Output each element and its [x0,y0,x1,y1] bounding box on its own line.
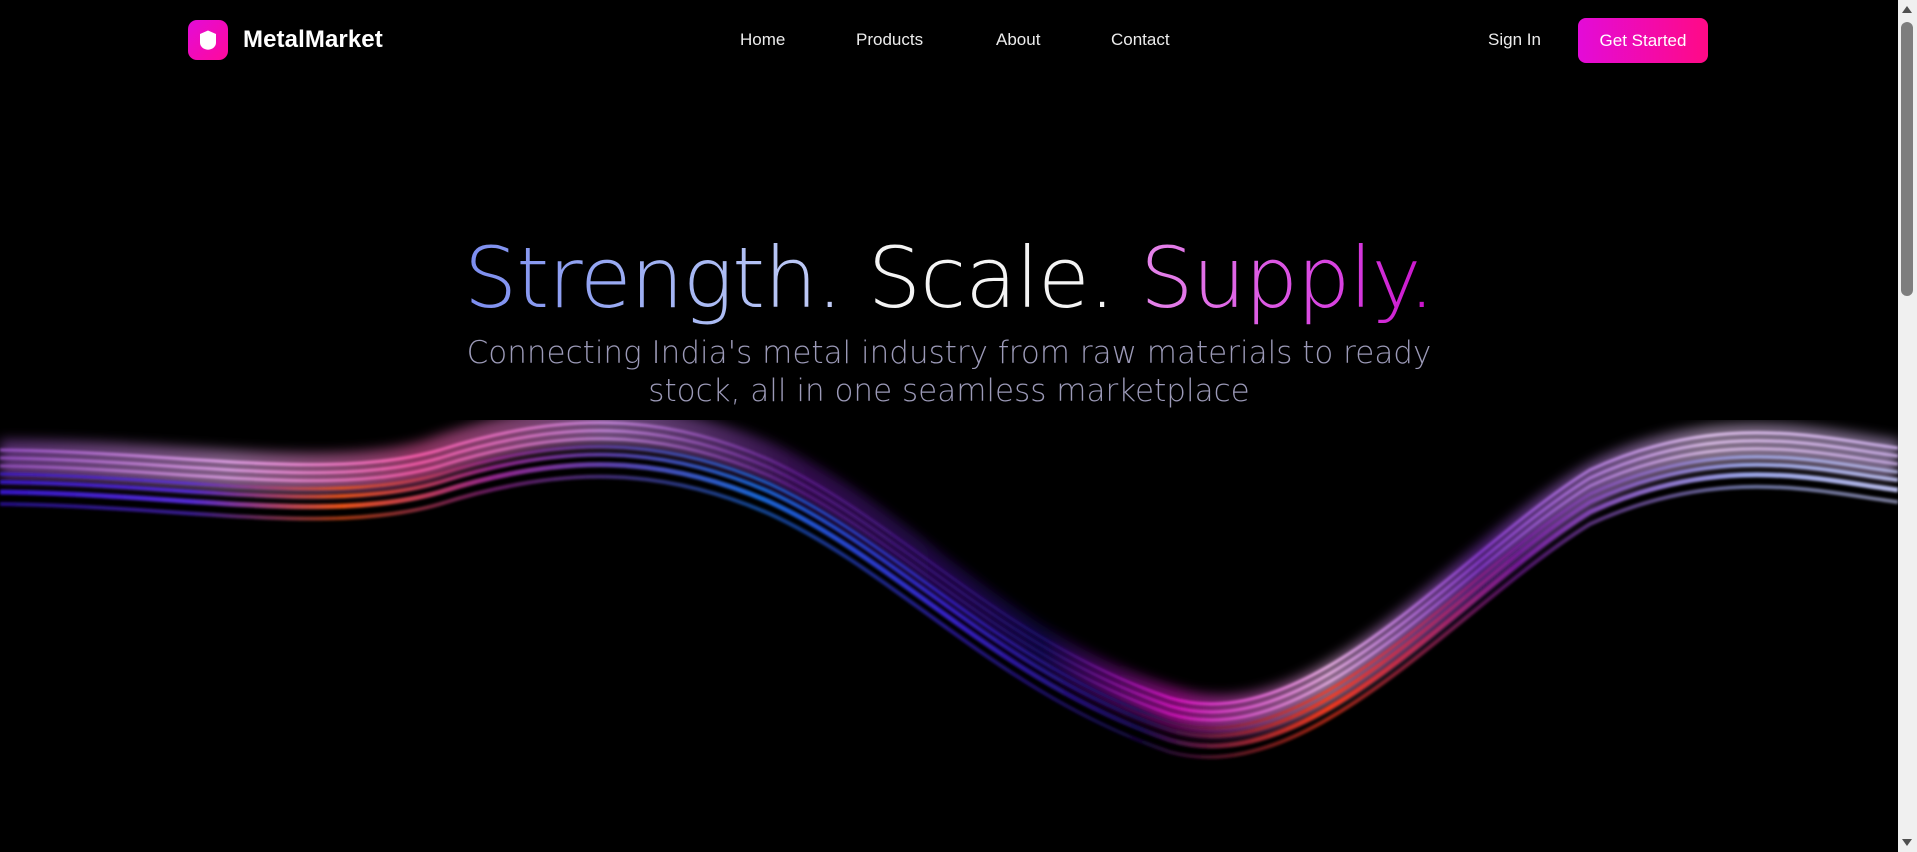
hero-title-supply: Supply. [1140,229,1435,327]
sign-in-link[interactable]: Sign In [1488,30,1541,50]
site-header: MetalMarket Home Products About Contact … [0,0,1898,80]
nav-home[interactable]: Home [740,30,785,50]
scroll-up-arrow-icon[interactable] [1902,6,1912,13]
viewport: MetalMarket Home Products About Contact … [0,0,1898,852]
hero-title: Strength. Scale. Supply. [0,226,1898,330]
hero-wave-graphic [0,420,1898,760]
hero-subtitle: Connecting India's metal industry from r… [466,335,1432,409]
hero-title-strength: Strength. [463,229,843,327]
page: MetalMarket Home Products About Contact … [0,0,1917,852]
scrollbar-thumb[interactable] [1901,22,1913,296]
nav-products[interactable]: Products [856,30,923,50]
nav-contact[interactable]: Contact [1111,30,1170,50]
vertical-scrollbar[interactable] [1898,0,1917,852]
get-started-button[interactable]: Get Started [1578,18,1708,63]
hero-title-scale: Scale. [867,229,1116,327]
nav-about[interactable]: About [996,30,1040,50]
scroll-down-arrow-icon[interactable] [1902,839,1912,846]
